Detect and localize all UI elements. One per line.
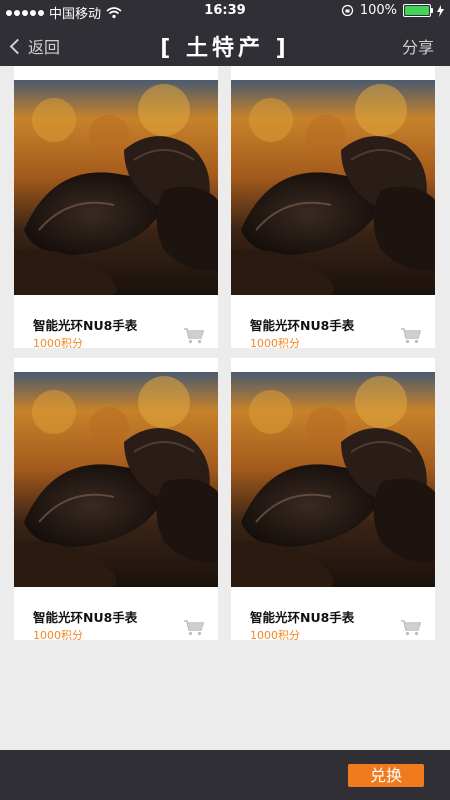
product-image <box>14 372 218 587</box>
product-card[interactable]: 智能光环NU8手表 1000积分 <box>14 358 218 642</box>
product-points: 1000积分 <box>250 337 300 350</box>
product-name: 智能光环NU8手表 <box>250 318 355 333</box>
page-title: [ 土特产 ] <box>160 36 290 61</box>
battery-icon <box>403 4 433 17</box>
product-points: 1000积分 <box>33 337 83 350</box>
product-image <box>231 80 435 295</box>
product-name: 智能光环NU8手表 <box>250 610 355 625</box>
product-card[interactable]: 智能光环NU8手表 1000积分 <box>231 66 435 350</box>
cart-icon[interactable] <box>184 328 204 344</box>
battery-percent: 100% <box>359 3 397 18</box>
share-button[interactable]: 分享 <box>402 34 434 58</box>
bottom-bar: 兑换 <box>0 750 450 800</box>
product-card[interactable]: 智能光环NU8手表 1000积分 <box>231 358 435 642</box>
product-points: 1000积分 <box>250 629 300 642</box>
product-points: 1000积分 <box>33 629 83 642</box>
rotation-lock-icon <box>341 4 353 17</box>
cart-icon[interactable] <box>401 620 421 636</box>
charging-icon <box>437 4 444 17</box>
status-right: 100% <box>341 3 444 18</box>
status-bar: 中国移动 16:39 100% <box>0 0 450 22</box>
product-image <box>14 80 218 295</box>
exchange-button[interactable]: 兑换 <box>348 764 424 787</box>
product-image <box>231 372 435 587</box>
cart-icon[interactable] <box>401 328 421 344</box>
product-name: 智能光环NU8手表 <box>33 610 138 625</box>
nav-bar: 返回 [ 土特产 ] 分享 <box>0 22 450 66</box>
product-card[interactable]: 智能光环NU8手表 1000积分 <box>14 66 218 350</box>
cart-icon[interactable] <box>184 620 204 636</box>
product-name: 智能光环NU8手表 <box>33 318 138 333</box>
